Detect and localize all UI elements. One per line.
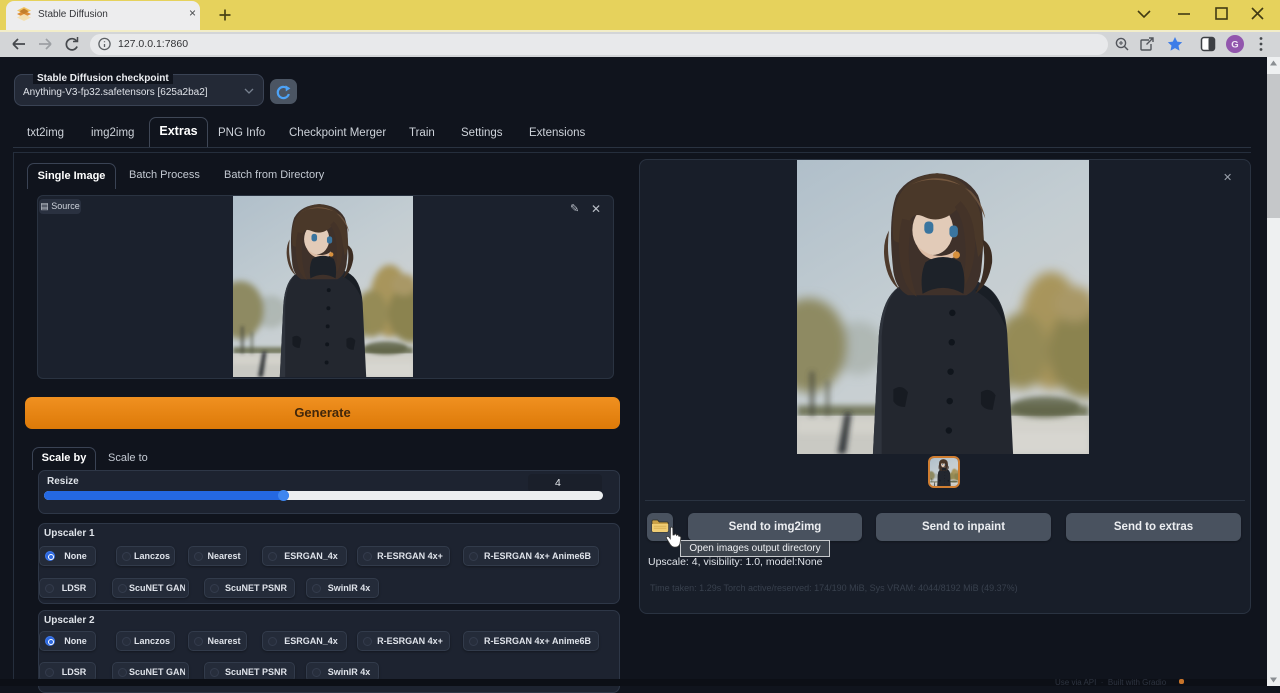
svg-text:G: G bbox=[1231, 40, 1238, 51]
